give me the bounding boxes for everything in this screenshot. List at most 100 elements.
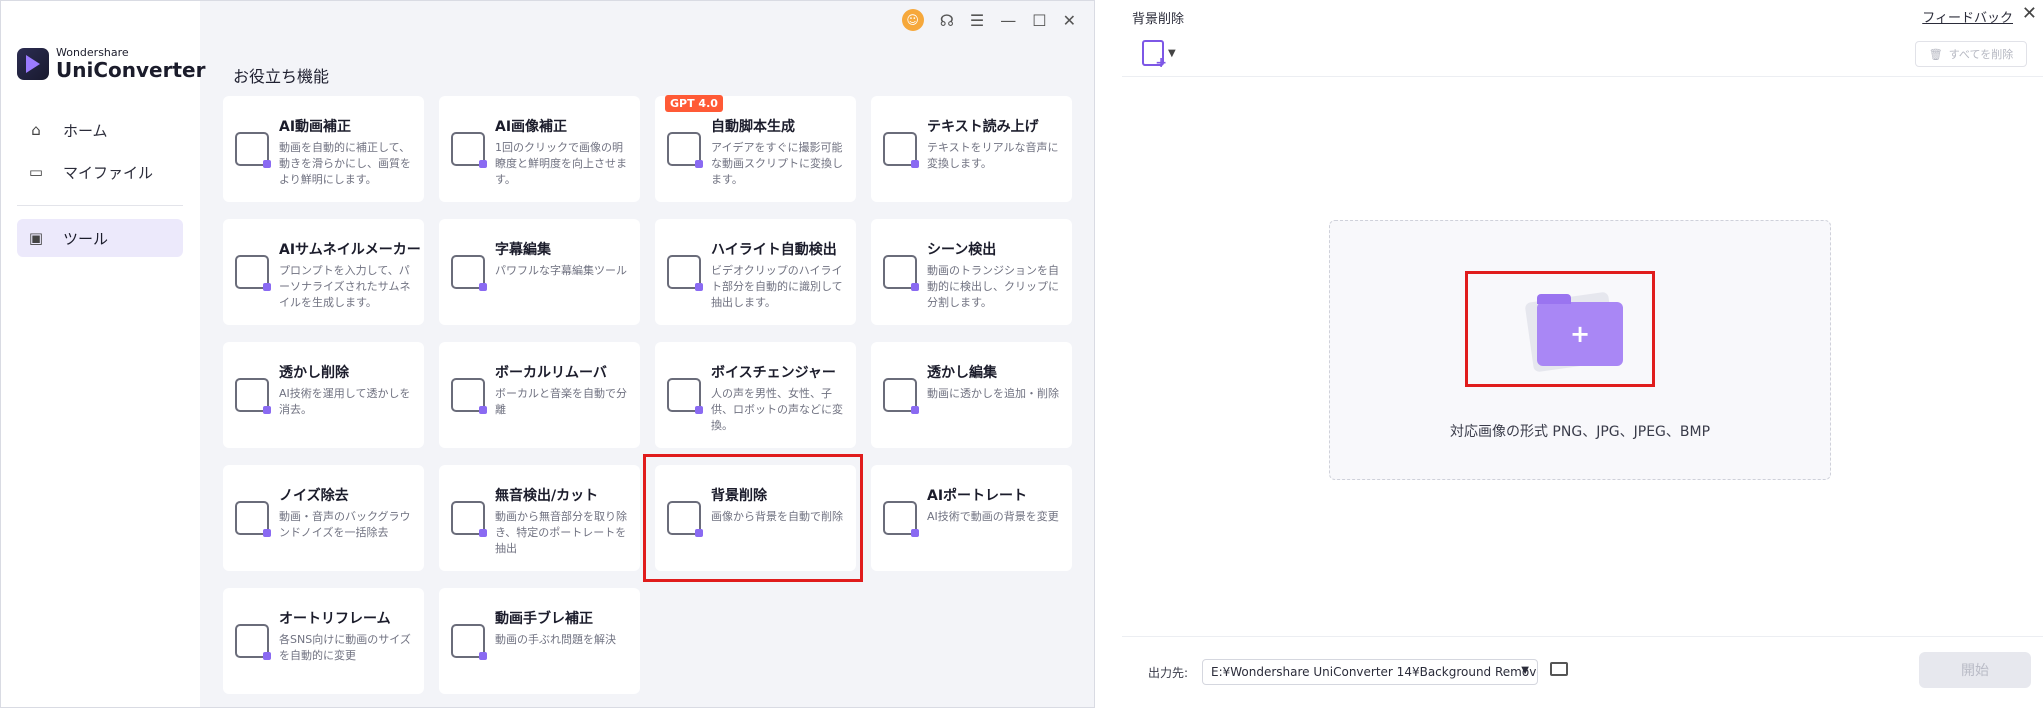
sidebar-item-home[interactable]: ⌂ ホーム bbox=[17, 111, 183, 149]
tool-title: 動画手ブレ補正 bbox=[495, 611, 593, 627]
tool-card-ai-video-enhance[interactable]: AI動画補正 動画を自動的に補正して、動きを滑らかにし、画質をより鮮明にします。 bbox=[223, 96, 424, 202]
tool-card-noise-removal[interactable]: ノイズ除去 動画・音声のバックグラウンドノイズを一括除去 bbox=[223, 465, 424, 571]
subtitle-icon bbox=[451, 255, 487, 291]
avatar-icon[interactable]: ☺ bbox=[901, 9, 924, 31]
close-icon[interactable]: ✕ bbox=[2022, 3, 2037, 24]
watermark-edit-icon bbox=[883, 378, 919, 414]
watermark-remove-icon bbox=[235, 378, 271, 414]
tool-desc: AI技術を運用して透かしを消去。 bbox=[279, 387, 411, 416]
output-path-select[interactable]: E:¥Wondershare UniConverter 14¥Backgroun… bbox=[1202, 659, 1538, 685]
sidebar-divider bbox=[17, 205, 183, 206]
tool-card-watermark-edit[interactable]: 透かし編集 動画に透かしを追加・削除 bbox=[871, 342, 1072, 448]
tool-title: 自動脚本生成 bbox=[711, 119, 795, 135]
tool-card-silence-cut[interactable]: 無音検出/カット 動画から無音部分を取り除き、特定のポートレートを抽出 bbox=[439, 465, 640, 571]
output-path-value: E:¥Wondershare UniConverter 14¥Backgroun… bbox=[1211, 665, 1538, 679]
minimize-icon[interactable]: — bbox=[1000, 11, 1016, 30]
divider bbox=[1122, 636, 2043, 637]
tool-title: テキスト読み上げ bbox=[927, 119, 1039, 135]
gpt-badge: GPT 4.0 bbox=[665, 95, 723, 112]
delete-all-button[interactable]: 🗑 すべてを削除 bbox=[1915, 41, 2027, 67]
text-speech-icon bbox=[883, 132, 919, 168]
noise-icon bbox=[235, 501, 271, 537]
tool-desc: 動画から無音部分を取り除き、特定のポートレートを抽出 bbox=[495, 510, 627, 555]
feedback-link[interactable]: フィードバック bbox=[1922, 7, 2013, 26]
sidebar-item-myfiles[interactable]: ▭ マイファイル bbox=[17, 153, 183, 191]
tool-desc: 1回のクリックで画像の明瞭度と鮮明度を向上させます。 bbox=[495, 141, 627, 186]
tool-title: ボイスチェンジャー bbox=[711, 365, 836, 381]
tool-card-text-to-speech[interactable]: テキスト読み上げ テキストをリアルな音声に変換します。 bbox=[871, 96, 1072, 202]
folder-icon: ▭ bbox=[28, 163, 44, 181]
portrait-icon bbox=[883, 501, 919, 537]
start-button[interactable]: 開始 bbox=[1919, 652, 2031, 688]
output-label: 出力先: bbox=[1148, 666, 1189, 680]
tool-title: AIサムネイルメーカー bbox=[279, 242, 421, 258]
add-image-area[interactable]: + bbox=[1469, 275, 1649, 383]
tool-desc: ボーカルと音楽を自動で分離 bbox=[495, 387, 627, 416]
reframe-icon bbox=[235, 624, 271, 660]
tool-card-watermark-remove[interactable]: 透かし削除 AI技術を運用して透かしを消去。 bbox=[223, 342, 424, 448]
tool-card-scene-detect[interactable]: シーン検出 動画のトランジションを自動的に検出し、クリップに分割します。 bbox=[871, 219, 1072, 325]
tool-desc: 人の声を男性、女性、子供、ロボットの声などに変換。 bbox=[711, 387, 843, 432]
headset-icon[interactable]: ☊ bbox=[940, 11, 954, 30]
voice-changer-icon bbox=[667, 378, 703, 414]
tool-desc: 動画に透かしを追加・削除 bbox=[927, 387, 1059, 400]
tool-desc: アイデアをすぐに撮影可能な動画スクリプトに変換します。 bbox=[711, 141, 843, 186]
tool-desc: 動画の手ぶれ問題を解決 bbox=[495, 633, 616, 646]
tool-desc: パワフルな字幕編集ツール bbox=[495, 264, 627, 277]
tool-title: オートリフレーム bbox=[279, 611, 391, 627]
supported-formats-text: 対応画像の形式 PNG、JPG、JPEG、BMP bbox=[1449, 424, 1711, 440]
tool-card-ai-image-enhance[interactable]: AI画像補正 1回のクリックで画像の明瞭度と鮮明度を向上させます。 bbox=[439, 96, 640, 202]
tool-card-ai-portrait[interactable]: AIポートレート AI技術で動画の背景を変更 bbox=[871, 465, 1072, 571]
tool-desc: プロンプトを入力して、パーソナライズされたサムネイルを生成します。 bbox=[279, 264, 411, 309]
tool-desc: 画像から背景を自動で削除 bbox=[711, 510, 843, 523]
trash-icon: 🗑 bbox=[1928, 47, 1943, 61]
app-logo: Wondershare UniConverter bbox=[17, 47, 205, 80]
tool-title: AI動画補正 bbox=[279, 119, 352, 135]
sidebar-item-tools[interactable]: ▣ ツール bbox=[17, 219, 183, 257]
background-remove-icon bbox=[667, 501, 703, 537]
tool-card-vocal-remover[interactable]: ボーカルリムーバ ボーカルと音楽を自動で分離 bbox=[439, 342, 640, 448]
brand-name: UniConverter bbox=[56, 58, 206, 82]
tool-card-background-remove[interactable]: 背景削除 画像から背景を自動で削除 bbox=[655, 465, 856, 571]
maximize-icon[interactable]: ☐ bbox=[1032, 11, 1046, 30]
logo-icon bbox=[17, 47, 49, 80]
thumbnail-icon bbox=[235, 255, 271, 291]
divider bbox=[1122, 76, 2043, 77]
sidebar: Wondershare UniConverter ⌂ ホーム ▭ マイファイル … bbox=[1, 1, 205, 707]
chevron-down-icon[interactable]: ▼ bbox=[1168, 48, 1176, 59]
delete-all-label: すべてを削除 bbox=[1948, 48, 2014, 61]
chevron-down-icon: ▼ bbox=[1521, 665, 1529, 676]
highlight-icon bbox=[667, 255, 703, 291]
tool-title: ハイライト自動検出 bbox=[711, 242, 837, 258]
close-icon[interactable]: ✕ bbox=[1063, 11, 1076, 30]
tool-card-auto-script[interactable]: GPT 4.0 自動脚本生成 アイデアをすぐに撮影可能な動画スクリプトに変換しま… bbox=[655, 95, 856, 202]
open-folder-icon[interactable] bbox=[1550, 662, 1568, 676]
tool-desc: ビデオクリップのハイライト部分を自動的に識別して抽出します。 bbox=[711, 264, 843, 309]
sidebar-item-label: ツール bbox=[63, 229, 109, 248]
tool-desc: テキストをリアルな音声に変換します。 bbox=[927, 141, 1059, 170]
tool-title: AIポートレート bbox=[927, 488, 1028, 504]
menu-icon[interactable]: ☰ bbox=[970, 11, 984, 30]
script-icon bbox=[667, 132, 703, 168]
tool-card-auto-reframe[interactable]: オートリフレーム 各SNS向けに動画のサイズを自動的に変更 bbox=[223, 588, 424, 694]
tool-card-ai-thumbnail[interactable]: AIサムネイルメーカー プロンプトを入力して、パーソナライズされたサムネイルを生… bbox=[223, 219, 424, 325]
tool-title: AI画像補正 bbox=[495, 119, 568, 135]
scene-icon bbox=[883, 255, 919, 291]
sidebar-item-label: マイファイル bbox=[63, 163, 154, 182]
sidebar-item-label: ホーム bbox=[63, 121, 108, 140]
tool-title: 透かし編集 bbox=[927, 365, 997, 381]
add-folder-icon: + bbox=[1537, 294, 1623, 366]
tool-card-subtitle-edit[interactable]: 字幕編集 パワフルな字幕編集ツール bbox=[439, 219, 640, 325]
tool-title: 透かし削除 bbox=[279, 365, 349, 381]
tool-card-voice-changer[interactable]: ボイスチェンジャー 人の声を男性、女性、子供、ロボットの声などに変換。 bbox=[655, 342, 856, 448]
tool-card-stabilize[interactable]: 動画手ブレ補正 動画の手ぶれ問題を解決 bbox=[439, 588, 640, 694]
section-title: お役立ち機能 bbox=[233, 67, 330, 86]
tool-title: 無音検出/カット bbox=[495, 488, 599, 504]
tool-card-highlight-detect[interactable]: ハイライト自動検出 ビデオクリップのハイライト部分を自動的に識別して抽出します。 bbox=[655, 219, 856, 325]
stabilize-icon bbox=[451, 624, 487, 660]
tool-desc: 動画・音声のバックグラウンドノイズを一括除去 bbox=[279, 510, 411, 539]
add-file-button[interactable]: ▼ bbox=[1142, 40, 1176, 71]
video-enhance-icon bbox=[235, 132, 271, 168]
tool-desc: AI技術で動画の背景を変更 bbox=[927, 510, 1059, 523]
uniconverter-window: Wondershare UniConverter ⌂ ホーム ▭ マイファイル … bbox=[0, 0, 1095, 708]
